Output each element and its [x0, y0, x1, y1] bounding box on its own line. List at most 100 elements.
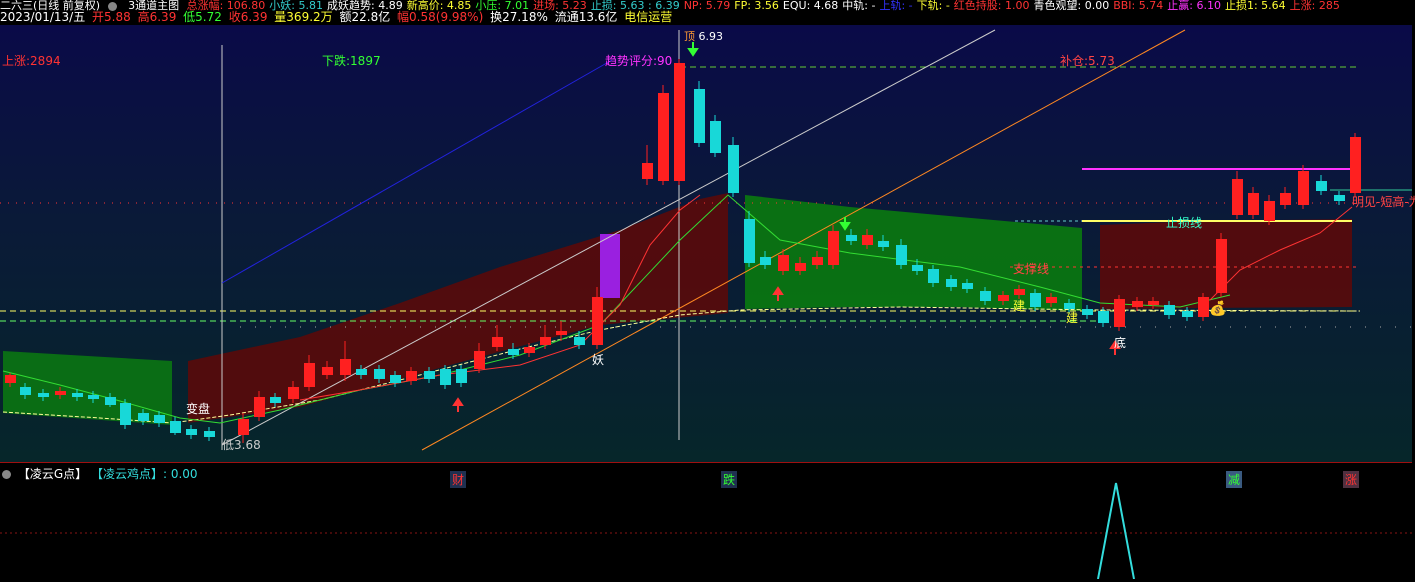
candle-body [1198, 297, 1209, 317]
short-high-tag: 明见-短高-为 [1352, 195, 1415, 209]
sub-indicator-panel[interactable]: 【凌云G点】 【凌云鸡点】: 0.00 [0, 462, 1412, 580]
quote-infobar: 2023/01/13/五 开5.88 高6.39 低5.72 收6.39 量36… [0, 10, 1415, 25]
candle-body [658, 93, 669, 181]
sub-settings-icon[interactable] [2, 467, 14, 481]
candle-body [540, 337, 551, 345]
candle-body [1164, 305, 1175, 315]
candle-body [862, 235, 873, 245]
candle-body [5, 375, 16, 383]
candle-body [1264, 201, 1275, 221]
candle-body [440, 369, 451, 385]
candle-body [962, 283, 973, 289]
change-tag: 变盘 [186, 402, 211, 416]
candle-body [154, 415, 165, 423]
candle-body [760, 257, 771, 265]
chicken-point-label: 【凌云鸡点】: 0.00 [90, 467, 198, 481]
candle-body [1098, 311, 1109, 323]
candle-body [238, 419, 249, 435]
kline-chart-canvas[interactable] [0, 25, 1412, 462]
g-point-label: 【凌云G点】 [17, 467, 88, 481]
candle-body [1280, 193, 1291, 205]
candle-body [710, 121, 721, 153]
candle-body [38, 393, 49, 397]
top-tag: 顶 [684, 30, 695, 43]
quote-date: 2023/01/13/五 [0, 10, 86, 24]
candle-body [322, 367, 333, 375]
candle-body [456, 369, 467, 383]
candle-body [1046, 297, 1057, 303]
candle-body [1298, 171, 1309, 205]
stop-loss-line-label: 止损线 [1166, 216, 1203, 230]
candle-body [288, 387, 299, 399]
candle-body [878, 241, 889, 247]
candle-body [592, 297, 603, 345]
low-value-label: 低3.68 [222, 436, 261, 453]
candle-body [270, 397, 281, 403]
candle-body [1014, 289, 1025, 295]
candle-body [1350, 137, 1361, 193]
candle-body [1148, 301, 1159, 305]
candle-body [1182, 311, 1193, 317]
candle-body [1334, 195, 1345, 201]
candle-body [1216, 239, 1227, 293]
candle-body [1114, 299, 1125, 327]
quote-sector: 电信运营 [624, 10, 673, 24]
candle-body [105, 397, 116, 405]
quote-high: 高6.39 [137, 10, 177, 24]
candle-body [374, 369, 385, 379]
candle-body [508, 349, 519, 355]
candle-body [492, 337, 503, 347]
sub-indicator-label: 【凌云G点】 【凌云鸡点】: 0.00 [2, 465, 198, 482]
candle-body [138, 413, 149, 421]
bottom-tag: 底 [1114, 336, 1127, 350]
candle-body [170, 421, 181, 433]
candle-body [928, 269, 939, 283]
candle-body [812, 257, 823, 265]
candle-body [828, 231, 839, 265]
candle-body [120, 403, 131, 425]
quote-turnover: 换27.18% [490, 10, 548, 24]
candle-body [1030, 293, 1041, 307]
g-point-spike [1097, 482, 1135, 580]
quote-low: 低5.72 [183, 10, 222, 24]
quote-close: 收6.39 [228, 10, 268, 24]
candle-body [204, 431, 215, 437]
quote-open: 开5.88 [92, 10, 131, 24]
kline-chart-panel[interactable]: 上涨:2894 下跌:1897 趋势评分:90 顶 6.93 补仓:5.73 止… [0, 25, 1415, 488]
candle-body [744, 219, 755, 263]
candle-body [574, 337, 585, 345]
candle-body [72, 393, 83, 397]
candle-body [424, 371, 435, 379]
buy-price-label: 补仓:5.73 [1060, 54, 1115, 68]
candle-body [88, 395, 99, 399]
channel-purple-block [600, 234, 620, 298]
candle-body [1232, 179, 1243, 215]
candle-body [524, 347, 535, 353]
candle-body [1132, 301, 1143, 307]
candle-body [795, 263, 806, 271]
jian-tag-2: 建 [1066, 311, 1079, 325]
candle-body [980, 291, 991, 301]
quote-float: 流通13.6亿 [554, 10, 618, 24]
candle-body [20, 387, 31, 395]
candle-body [998, 295, 1009, 301]
candle-body [728, 145, 739, 193]
low-tag: 低 [222, 438, 235, 452]
candle-body [642, 163, 653, 179]
support-line-label: 支撑线 [1013, 262, 1050, 276]
yao-tag: 妖 [592, 353, 605, 367]
candle-body [1316, 181, 1327, 191]
money-bag-icon: 💰 [1209, 301, 1227, 317]
candle-body [846, 235, 857, 241]
candle-body [674, 63, 685, 181]
quote-change: 幅0.58(9.98%) [397, 10, 484, 24]
candle-body [912, 265, 923, 271]
candle-body [356, 369, 367, 375]
candle-body [778, 255, 789, 271]
sub-indicator-canvas [0, 482, 1412, 580]
low-value: 3.68 [234, 438, 261, 452]
quote-amount: 额22.8亿 [339, 10, 391, 24]
candle-body [694, 89, 705, 143]
candle-body [406, 371, 417, 381]
fall-count-label: 下跌:1897 [322, 54, 381, 68]
